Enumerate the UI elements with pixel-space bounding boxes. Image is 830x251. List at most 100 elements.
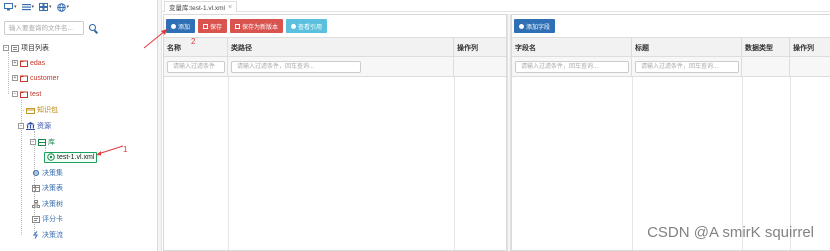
list-icon bbox=[21, 4, 31, 11]
tree-item-library[interactable]: − 库 bbox=[30, 136, 55, 148]
class-table-header: 名称 类路径 操作列 bbox=[164, 37, 506, 58]
tree-item-variable-file[interactable]: test-1.vl.xml bbox=[44, 151, 98, 163]
project-icon bbox=[20, 60, 28, 67]
class-filter-row bbox=[164, 57, 506, 77]
column-header-title[interactable]: 标题 bbox=[632, 38, 742, 58]
package-icon bbox=[26, 107, 35, 114]
tab-variable-library[interactable]: 变量库:test-1.vl.xml × bbox=[164, 1, 238, 12]
tree-item-test[interactable]: − test bbox=[12, 88, 41, 100]
plus-circle-icon bbox=[171, 23, 176, 29]
column-divider bbox=[228, 77, 229, 250]
view-references-button[interactable]: 查看引用 bbox=[286, 19, 328, 33]
column-header-field-name[interactable]: 字段名 bbox=[512, 38, 632, 58]
collapse-toggle-icon[interactable]: − bbox=[18, 123, 24, 129]
save-icon bbox=[203, 23, 209, 29]
tree-item-scorecard[interactable]: 评分卡 bbox=[30, 213, 63, 225]
save-icon bbox=[235, 23, 241, 29]
grid-menu-button[interactable]: ▾ bbox=[39, 3, 52, 11]
tree-item-label: 知识包 bbox=[37, 107, 58, 114]
field-toolbar: 添加字段 bbox=[512, 15, 830, 37]
filter-cell bbox=[454, 57, 508, 77]
collapse-toggle-icon[interactable]: − bbox=[3, 45, 9, 51]
tree-item-label: 决策表 bbox=[42, 185, 63, 192]
bank-icon bbox=[26, 122, 35, 130]
save-button[interactable]: 保存 bbox=[198, 19, 228, 33]
filter-cell bbox=[790, 57, 830, 77]
tree-item-label: 评分卡 bbox=[42, 216, 63, 223]
save-new-version-label: 保存为新版本 bbox=[242, 24, 279, 31]
tree-root[interactable]: − 项目列表 bbox=[3, 42, 49, 54]
tree-item-label: test bbox=[30, 90, 42, 98]
add-field-label: 添加字段 bbox=[526, 24, 551, 31]
watermark: CSDN @A smirK squirrel bbox=[647, 224, 814, 241]
project-tree-panel: ▾ ▾ ▾ ▾ − 项目列表 + edas + bbox=[0, 0, 158, 251]
filter-cell bbox=[512, 57, 632, 77]
globe-menu-button[interactable]: ▾ bbox=[56, 2, 69, 12]
column-header-data-type[interactable]: 数据类型 bbox=[742, 38, 790, 58]
column-divider bbox=[632, 77, 633, 250]
eye-icon bbox=[291, 23, 297, 29]
filter-cell bbox=[742, 57, 790, 77]
expand-toggle-icon[interactable]: + bbox=[12, 60, 18, 66]
table-icon bbox=[32, 184, 40, 192]
collapse-toggle-icon[interactable]: − bbox=[12, 91, 18, 97]
tree-item-decision-flow[interactable]: 决策流 bbox=[30, 229, 63, 241]
tree-structure-icon bbox=[32, 200, 40, 208]
field-table-header: 字段名 标题 数据类型 操作列 bbox=[512, 37, 830, 58]
flow-icon bbox=[32, 231, 38, 239]
add-button[interactable]: 添加 bbox=[166, 19, 196, 33]
close-icon[interactable]: × bbox=[228, 4, 232, 11]
search-icon[interactable] bbox=[89, 23, 98, 33]
tree-toolbar: ▾ ▾ ▾ ▾ bbox=[4, 2, 69, 12]
list-menu-button[interactable]: ▾ bbox=[21, 3, 34, 11]
save-new-version-button[interactable]: 保存为新版本 bbox=[230, 19, 284, 33]
filter-cell bbox=[164, 57, 228, 77]
class-list-pane: 添加 保存 保存为新版本 查看引用 名称 类路径 操作列 bbox=[163, 14, 507, 251]
tree-item-decision-tree[interactable]: 决策树 bbox=[30, 198, 63, 210]
monitor-icon bbox=[4, 3, 13, 11]
column-header-classpath[interactable]: 类路径 bbox=[228, 38, 454, 58]
tree-item-label: 资源 bbox=[37, 123, 51, 130]
tree-guide-line bbox=[8, 52, 9, 94]
classpath-filter-input[interactable] bbox=[231, 61, 361, 73]
tree-item-label: edas bbox=[30, 59, 46, 67]
column-header-name[interactable]: 名称 bbox=[164, 38, 228, 58]
tree-root-label: 项目列表 bbox=[21, 45, 49, 52]
globe-icon bbox=[56, 2, 66, 12]
monitor-menu-button[interactable]: ▾ bbox=[4, 3, 17, 11]
view-references-label: 查看引用 bbox=[298, 24, 323, 31]
editor-tab-bar: 变量库:test-1.vl.xml × bbox=[162, 0, 830, 12]
scorecard-icon bbox=[32, 215, 40, 223]
tab-label: 变量库:test-1.vl.xml bbox=[169, 5, 225, 12]
field-name-filter-input[interactable] bbox=[515, 61, 629, 73]
plus-circle-icon bbox=[519, 23, 524, 29]
column-header-actions: 操作列 bbox=[793, 45, 814, 52]
tree-item-label: 决策集 bbox=[42, 170, 63, 177]
expand-toggle-icon[interactable]: + bbox=[12, 75, 18, 81]
column-header-actions: 操作列 bbox=[457, 45, 478, 52]
file-search-input[interactable] bbox=[4, 21, 84, 35]
tree-item-label: 决策流 bbox=[42, 232, 63, 239]
tree-item-knowledge-package[interactable]: 知识包 bbox=[21, 104, 58, 116]
tree-item-decision-table[interactable]: 决策表 bbox=[30, 182, 63, 194]
field-list-pane: 添加字段 字段名 标题 数据类型 操作列 bbox=[511, 14, 830, 251]
gear-icon bbox=[32, 169, 40, 177]
annotation-label-2: 2 bbox=[191, 37, 196, 46]
annotation-arrow-2 bbox=[143, 29, 167, 49]
variable-icon bbox=[47, 153, 55, 161]
title-filter-input[interactable] bbox=[635, 61, 739, 73]
tree-item-resources[interactable]: − 资源 bbox=[18, 120, 51, 132]
collapse-toggle-icon[interactable]: − bbox=[30, 139, 36, 145]
tree-item-customer[interactable]: + customer bbox=[12, 72, 59, 84]
filter-cell bbox=[632, 57, 742, 77]
class-toolbar: 添加 保存 保存为新版本 查看引用 bbox=[164, 15, 506, 37]
column-divider bbox=[454, 77, 455, 250]
name-filter-input[interactable] bbox=[167, 61, 225, 73]
add-button-label: 添加 bbox=[178, 24, 191, 31]
tree-item-label: test-1.vl.xml bbox=[57, 153, 95, 161]
selected-node[interactable]: test-1.vl.xml bbox=[44, 151, 98, 163]
tree-item-decision-set[interactable]: 决策集 bbox=[30, 167, 63, 179]
tree-item-edas[interactable]: + edas bbox=[12, 57, 45, 69]
add-field-button[interactable]: 添加字段 bbox=[514, 19, 556, 33]
project-icon bbox=[20, 91, 28, 98]
